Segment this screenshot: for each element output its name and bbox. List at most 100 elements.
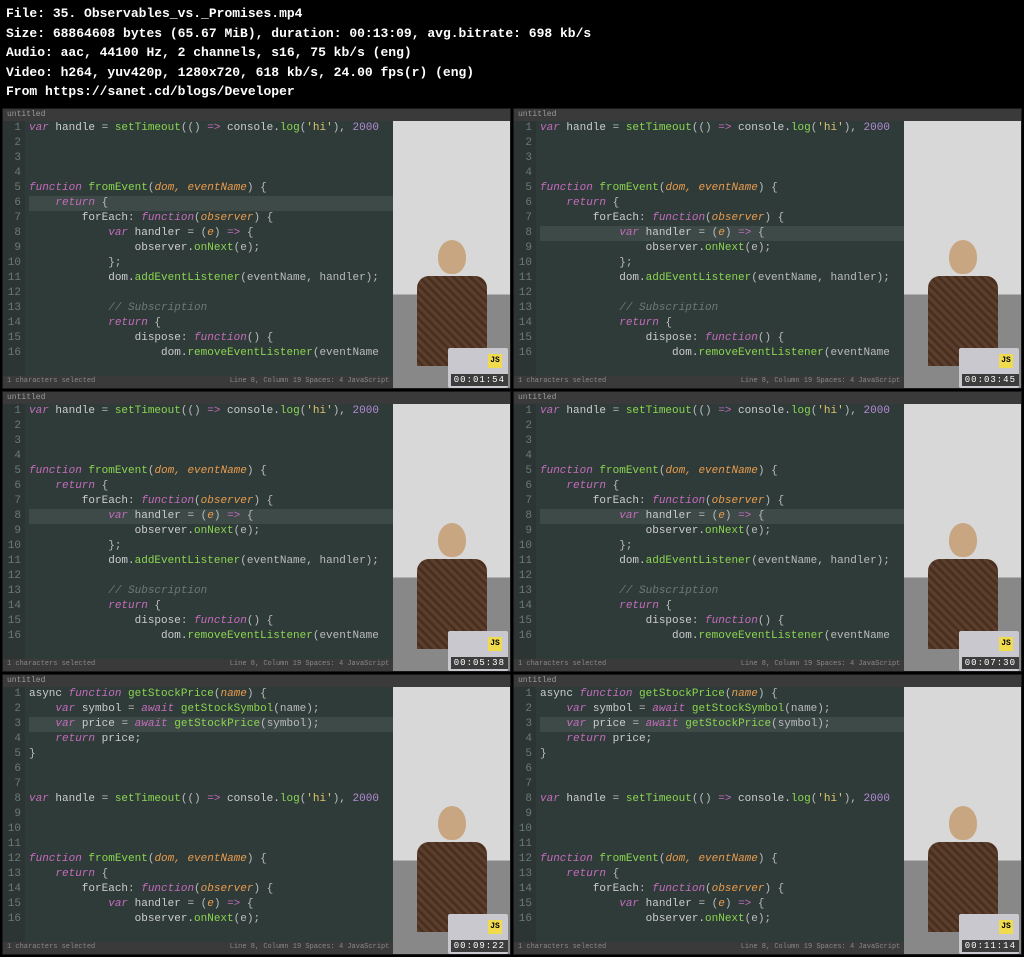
line-number: 4: [514, 449, 532, 464]
code-line: function fromEvent(dom, eventName) {: [29, 181, 393, 196]
code-line: var price = await getStockPrice(symbol);: [540, 717, 904, 732]
js-sticker-icon: JS: [488, 354, 502, 368]
code-line: [540, 762, 904, 777]
code-line: return price;: [29, 732, 393, 747]
video-thumbnail[interactable]: untitled 12345678910111213141516 var han…: [513, 391, 1022, 672]
code-line: [540, 151, 904, 166]
line-number: 4: [3, 166, 21, 181]
code-line: [540, 807, 904, 822]
line-number: 1: [514, 404, 532, 419]
line-number: 1: [3, 121, 21, 136]
code-line: return {: [29, 316, 393, 331]
editor-tab: untitled: [3, 392, 510, 404]
line-number: 14: [514, 599, 532, 614]
presenter-panel: JS: [904, 687, 1021, 954]
line-number: 10: [3, 539, 21, 554]
line-number: 5: [3, 181, 21, 196]
line-number: 15: [514, 897, 532, 912]
line-number: 8: [3, 509, 21, 524]
code-line: var handler = (e) => {: [540, 509, 904, 524]
code-line: dispose: function() {: [29, 614, 393, 629]
line-number: 8: [514, 509, 532, 524]
editor-tab: untitled: [3, 675, 510, 687]
line-number: 3: [514, 717, 532, 732]
timestamp-badge: 00:03:45: [962, 374, 1019, 386]
code-line: var handle = setTimeout(() => console.lo…: [29, 792, 393, 807]
line-number: 9: [514, 241, 532, 256]
code-line: function fromEvent(dom, eventName) {: [540, 181, 904, 196]
from-label: From: [6, 84, 37, 99]
gutter: 12345678910111213141516: [514, 121, 536, 376]
line-number: 3: [514, 151, 532, 166]
code-line: forEach: function(observer) {: [29, 882, 393, 897]
code-line: [540, 136, 904, 151]
status-right: Line 8, Column 19 Spaces: 4 JavaScript: [230, 377, 390, 387]
duration-label: duration:: [271, 26, 341, 41]
timestamp-badge: 00:07:30: [962, 657, 1019, 669]
line-number: 3: [3, 151, 21, 166]
code-line: [29, 419, 393, 434]
code-line: var handle = setTimeout(() => console.lo…: [540, 404, 904, 419]
js-sticker-icon: JS: [488, 637, 502, 651]
line-number: 16: [3, 629, 21, 644]
code-line: }: [540, 747, 904, 762]
line-number: 1: [3, 687, 21, 702]
code-line: forEach: function(observer) {: [29, 494, 393, 509]
code-line: var handler = (e) => {: [540, 226, 904, 241]
video-thumbnail[interactable]: untitled 12345678910111213141516 var han…: [2, 391, 511, 672]
code-line: return {: [540, 867, 904, 882]
line-number: 6: [3, 196, 21, 211]
video-thumbnail[interactable]: untitled 12345678910111213141516 async f…: [2, 674, 511, 955]
code-line: [540, 837, 904, 852]
code-line: [29, 286, 393, 301]
code-area: var handle = setTimeout(() => console.lo…: [536, 404, 904, 659]
line-number: 13: [3, 301, 21, 316]
code-line: [29, 166, 393, 181]
audio-label: Audio:: [6, 45, 53, 60]
status-left: 1 characters selected: [7, 943, 95, 953]
code-line: [29, 449, 393, 464]
code-line: [29, 434, 393, 449]
code-line: };: [29, 539, 393, 554]
line-number: 2: [514, 419, 532, 434]
presenter-panel: JS: [393, 687, 510, 954]
status-left: 1 characters selected: [7, 660, 95, 670]
line-number: 6: [514, 196, 532, 211]
video-thumbnail[interactable]: untitled 12345678910111213141516 var han…: [513, 108, 1022, 389]
line-number: 11: [514, 837, 532, 852]
code-line: [540, 286, 904, 301]
video-thumbnail[interactable]: untitled 12345678910111213141516 async f…: [513, 674, 1022, 955]
thumbnail-grid: untitled 12345678910111213141516 var han…: [0, 106, 1024, 957]
line-number: 2: [3, 702, 21, 717]
status-bar: 1 characters selected Line 8, Column 19 …: [514, 376, 904, 388]
code-line: return {: [540, 316, 904, 331]
code-line: var handler = (e) => {: [29, 897, 393, 912]
code-line: return price;: [540, 732, 904, 747]
video-label: Video:: [6, 65, 53, 80]
line-number: 12: [3, 286, 21, 301]
timestamp-badge: 00:01:54: [451, 374, 508, 386]
line-number: 12: [514, 852, 532, 867]
line-number: 1: [514, 121, 532, 136]
code-line: forEach: function(observer) {: [540, 211, 904, 226]
status-right: Line 8, Column 19 Spaces: 4 JavaScript: [741, 943, 901, 953]
line-number: 7: [3, 777, 21, 792]
duration-value: 00:13:09,: [349, 26, 419, 41]
code-line: return {: [540, 599, 904, 614]
video-thumbnail[interactable]: untitled 12345678910111213141516 var han…: [2, 108, 511, 389]
code-area: var handle = setTimeout(() => console.lo…: [536, 121, 904, 376]
editor-tab: untitled: [3, 109, 510, 121]
code-line: observer.onNext(e);: [540, 912, 904, 927]
code-line: };: [540, 539, 904, 554]
status-bar: 1 characters selected Line 8, Column 19 …: [3, 942, 393, 954]
size-label: Size:: [6, 26, 45, 41]
code-line: return {: [540, 196, 904, 211]
line-number: 5: [514, 181, 532, 196]
code-line: [29, 569, 393, 584]
code-line: // Subscription: [540, 584, 904, 599]
code-line: dom.addEventListener(eventName, handler)…: [540, 271, 904, 286]
code-line: var handle = setTimeout(() => console.lo…: [29, 121, 393, 136]
code-line: function fromEvent(dom, eventName) {: [540, 852, 904, 867]
editor-tab: untitled: [514, 109, 1021, 121]
line-number: 8: [3, 226, 21, 241]
